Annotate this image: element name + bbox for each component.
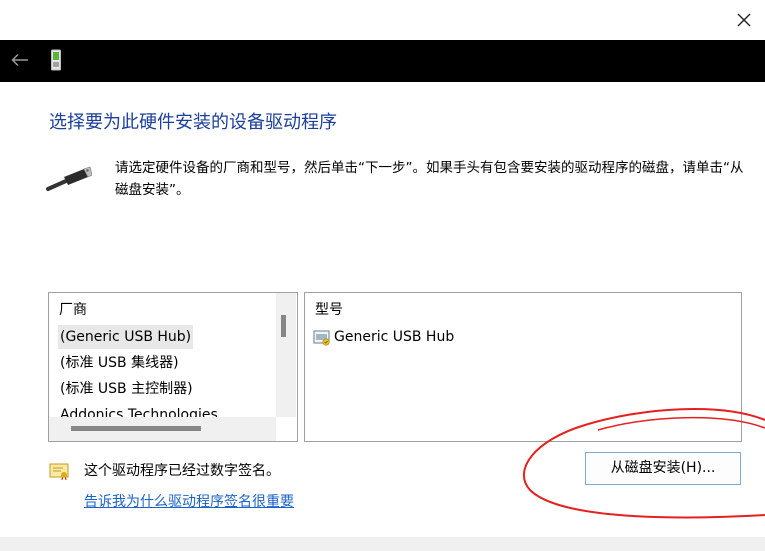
vertical-scroll-thumb[interactable] bbox=[281, 315, 286, 337]
model-list-header: 型号 bbox=[315, 302, 343, 318]
wizard-nav-bar bbox=[0, 40, 765, 82]
back-button[interactable] bbox=[8, 48, 32, 72]
manufacturer-item-standard-usb-hub[interactable]: (标准 USB 集线器) bbox=[58, 351, 181, 375]
horizontal-scroll-thumb[interactable] bbox=[71, 426, 201, 431]
vertical-scrollbar[interactable] bbox=[276, 293, 296, 417]
device-driver-icon bbox=[313, 330, 330, 346]
manufacturer-item-generic-usb-hub[interactable]: (Generic USB Hub) bbox=[58, 325, 194, 349]
manufacturer-list[interactable]: 厂商 (Generic USB Hub) (标准 USB 集线器) (标准 US… bbox=[48, 292, 298, 442]
instruction-text: 请选定硬件设备的厂商和型号，然后单击“下一步”。如果手头有包含要安装的驱动程序的… bbox=[115, 160, 744, 198]
close-icon bbox=[737, 13, 751, 27]
device-icon bbox=[51, 49, 61, 71]
page-title: 选择要为此硬件安装的设备驱动程序 bbox=[49, 112, 337, 133]
signature-status-text: 这个驱动程序已经过数字签名。 bbox=[84, 463, 280, 479]
usb-connector-icon bbox=[46, 166, 92, 191]
manufacturer-list-header: 厂商 bbox=[59, 302, 87, 318]
horizontal-scrollbar[interactable] bbox=[49, 417, 276, 441]
model-item-label: Generic USB Hub bbox=[334, 329, 455, 345]
title-bar bbox=[0, 0, 765, 40]
certificate-icon bbox=[49, 463, 69, 480]
have-disk-button[interactable]: 从磁盘安装(H)... bbox=[585, 452, 741, 485]
footer-bar bbox=[0, 537, 765, 551]
model-item-generic-usb-hub[interactable]: Generic USB Hub bbox=[313, 325, 454, 349]
close-button[interactable] bbox=[729, 5, 759, 35]
signature-help-link[interactable]: 告诉我为什么驱动程序签名很重要 bbox=[84, 491, 294, 511]
back-arrow-icon bbox=[11, 53, 28, 67]
manufacturer-item-standard-usb-host-controller[interactable]: (标准 USB 主控制器) bbox=[58, 377, 195, 401]
model-list[interactable]: 型号 Generic USB Hub bbox=[304, 292, 742, 442]
